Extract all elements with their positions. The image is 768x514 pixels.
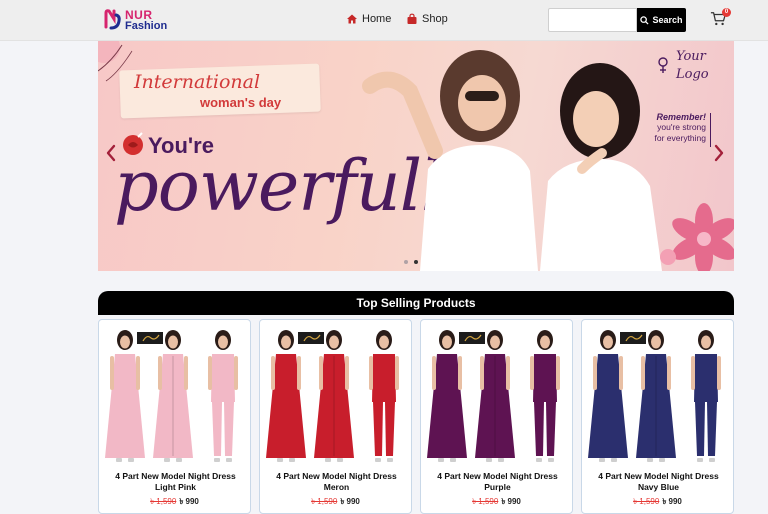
logo-mark-icon — [104, 9, 121, 30]
product-name: 4 Part New Model Night Dress Navy Blue — [598, 471, 719, 492]
remember-divider — [710, 113, 711, 147]
logo-text-1: Your — [676, 49, 706, 64]
product-price: ৳ 1,590 ৳ 990 — [99, 496, 250, 509]
search-icon — [640, 15, 650, 25]
female-symbol-icon — [658, 57, 668, 73]
cart-count-badge: 0 — [722, 8, 731, 17]
brand-logo[interactable]: NUR Fashion — [103, 7, 175, 33]
product-image — [264, 324, 407, 466]
product-card[interactable]: 4 Part New Model Night Dress Light Pink … — [98, 319, 251, 514]
brand-name-line2: Fashion — [125, 20, 168, 32]
remember-note: Remember! you're strong for everything — [644, 112, 707, 144]
nav-home[interactable]: Home — [346, 13, 391, 25]
hero-banner[interactable]: International woman's day You're powerfu… — [98, 41, 734, 271]
shopping-bag-icon — [407, 13, 417, 24]
brand-tag-icon — [137, 332, 163, 344]
nav-home-label: Home — [362, 13, 392, 25]
carousel-dot[interactable] — [404, 260, 408, 264]
product-current-price: ৳ 990 — [340, 497, 360, 506]
product-name: 4 Part New Model Night Dress Meron — [276, 471, 397, 492]
remember-line1: you're strong — [657, 122, 706, 132]
carousel-dot-active[interactable] — [414, 260, 418, 264]
search-input[interactable] — [548, 8, 637, 32]
flower-decoration-icon — [660, 203, 734, 271]
product-old-price: ৳ 1,590 — [633, 497, 660, 506]
product-price: ৳ 1,590 ৳ 990 — [421, 496, 572, 509]
product-name: 4 Part New Model Night Dress Purple — [437, 471, 558, 492]
product-name: 4 Part New Model Night Dress Light Pink — [115, 471, 236, 492]
site-header: NUR Fashion Home Shop Search 0 — [0, 0, 768, 41]
remember-title: Remember! — [656, 112, 706, 122]
carousel-next-arrow[interactable] — [712, 143, 726, 163]
section-title-bar: Top Selling Products — [98, 291, 734, 315]
product-image — [586, 324, 729, 466]
product-image — [425, 324, 568, 466]
product-current-price: ৳ 990 — [501, 497, 521, 506]
product-current-price: ৳ 990 — [179, 497, 199, 506]
carousel-dots — [404, 260, 424, 264]
product-price: ৳ 1,590 ৳ 990 — [582, 496, 733, 509]
nav-shop[interactable]: Shop — [406, 13, 448, 25]
search-button[interactable]: Search — [637, 8, 686, 32]
brand-tag-icon — [459, 332, 485, 344]
home-icon — [347, 14, 357, 24]
product-price: ৳ 1,590 ৳ 990 — [260, 496, 411, 509]
brand-tag-icon — [298, 332, 324, 344]
product-card[interactable]: 4 Part New Model Night Dress Purple ৳ 1,… — [420, 319, 573, 514]
sponsor-logo: Your Logo — [654, 47, 709, 83]
nav-shop-label: Shop — [422, 13, 448, 25]
product-image — [103, 324, 246, 466]
product-card[interactable]: 4 Part New Model Night Dress Navy Blue ৳… — [581, 319, 734, 514]
section-title: Top Selling Products — [356, 296, 476, 310]
logo-text-2: Logo — [676, 67, 709, 82]
product-card[interactable]: 4 Part New Model Night Dress Meron ৳ 1,5… — [259, 319, 412, 514]
product-old-price: ৳ 1,590 — [150, 497, 177, 506]
product-current-price: ৳ 990 — [662, 497, 682, 506]
remember-line2: for everything — [654, 133, 707, 143]
models-photo — [362, 50, 662, 271]
product-old-price: ৳ 1,590 — [472, 497, 499, 506]
womens-day-ribbon: International woman's day — [119, 63, 321, 119]
product-old-price: ৳ 1,590 — [311, 497, 338, 506]
carousel-prev-arrow[interactable] — [104, 143, 118, 163]
search-button-label: Search — [652, 15, 683, 25]
ribbon-title: International — [134, 71, 261, 93]
ribbon-subtitle: woman's day — [200, 95, 282, 110]
cart-button[interactable]: 0 — [710, 8, 731, 30]
brand-tag-icon — [620, 332, 646, 344]
